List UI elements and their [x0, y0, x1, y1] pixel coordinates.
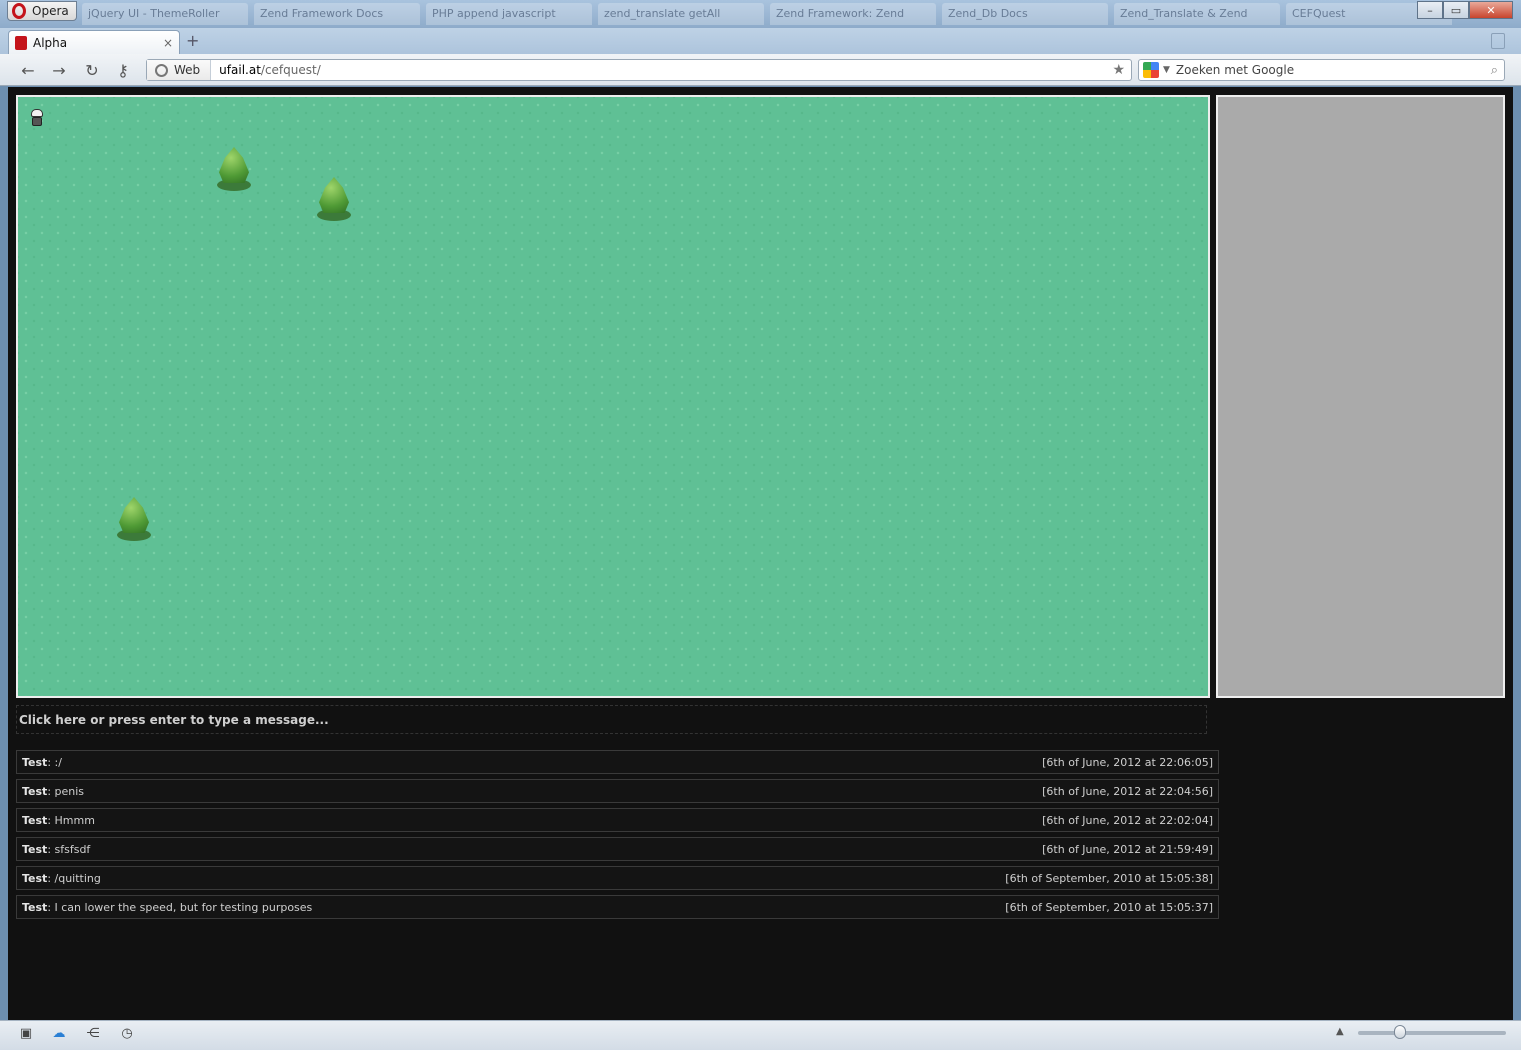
chat-user: Test — [22, 813, 48, 827]
address-field[interactable]: Web ufail.at/cefquest/ ★ — [146, 59, 1132, 81]
game-map[interactable] — [16, 95, 1210, 698]
chat-text: : /quitting — [47, 871, 101, 885]
search-icon[interactable]: ⌕ — [1491, 63, 1498, 78]
chat-message: Test: :/ [6th of June, 2012 at 22:06:05] — [16, 750, 1219, 774]
site-info-badge[interactable]: Web — [147, 60, 212, 80]
tree-sprite — [117, 497, 151, 543]
key-icon[interactable]: ⚷ — [113, 61, 133, 80]
zoom-slider-handle[interactable] — [1394, 1025, 1406, 1039]
zoom-menu-icon[interactable]: ▲ — [1336, 1026, 1344, 1037]
tab-strip: Alpha × + — [0, 28, 1521, 54]
chat-message: Test: Hmmm [6th of June, 2012 at 22:02:0… — [16, 808, 1219, 832]
chat-timestamp: [6th of June, 2012 at 21:59:49] — [1042, 842, 1213, 856]
search-field[interactable]: ▼ Zoeken met Google ⌕ — [1138, 59, 1505, 81]
navigation-toolbar: ← → ↻ ⚷ Web ufail.at/cefquest/ ★ ▼ Zoeke… — [0, 54, 1521, 86]
chat-text: : :/ — [47, 755, 62, 769]
chat-message: Test: I can lower the speed, but for tes… — [16, 895, 1219, 919]
reload-icon[interactable]: ↻ — [82, 61, 102, 80]
chat-log: Test: :/ [6th of June, 2012 at 22:06:05]… — [16, 750, 1219, 924]
zoom-slider[interactable] — [1358, 1031, 1506, 1035]
player-sprite — [30, 109, 44, 127]
page-content: Click here or press enter to type a mess… — [8, 87, 1513, 1020]
url-host: ufail.at — [219, 63, 261, 77]
url-path: /cefquest/ — [260, 63, 321, 77]
new-tab-button[interactable]: + — [186, 33, 202, 50]
search-placeholder: Zoeken met Google — [1175, 63, 1295, 77]
chat-user: Test — [22, 871, 48, 885]
chat-user: Test — [22, 842, 48, 856]
cloud-icon[interactable]: ☁ — [51, 1027, 67, 1041]
chat-timestamp: [6th of September, 2010 at 15:05:37] — [1005, 900, 1213, 914]
status-bar: ▣ ☁ ⋲ ◷ ▲ — [0, 1020, 1521, 1050]
window-titlebar: Opera jQuery UI - ThemeRoller Zend Frame… — [0, 0, 1521, 28]
chat-text: : sfsfsdf — [47, 842, 91, 856]
chat-timestamp: [6th of June, 2012 at 22:04:56] — [1042, 784, 1213, 798]
google-icon[interactable] — [1143, 62, 1159, 78]
minimize-button[interactable]: – — [1417, 1, 1443, 19]
tab-close-icon[interactable]: × — [163, 36, 173, 50]
url-text[interactable]: ufail.at/cefquest/ — [211, 63, 321, 77]
background-tab[interactable]: zend_translate getAll — [598, 3, 764, 25]
chat-text: : Hmmm — [47, 813, 95, 827]
close-window-button[interactable]: ✕ — [1469, 1, 1513, 19]
chat-user: Test — [22, 784, 48, 798]
background-tab[interactable]: Zend_Db Docs — [942, 3, 1108, 25]
opera-menu-button[interactable]: Opera — [7, 1, 77, 21]
message-input[interactable]: Click here or press enter to type a mess… — [16, 705, 1207, 734]
opera-menu-label: Opera — [32, 4, 69, 18]
bookmark-star-icon[interactable]: ★ — [1112, 62, 1125, 78]
globe-icon — [155, 63, 168, 77]
tab-title: Alpha — [33, 35, 68, 50]
background-tab[interactable]: Zend Framework Docs — [254, 3, 420, 25]
background-tab[interactable]: Zend_Translate & Zend — [1114, 3, 1280, 25]
chat-text: : penis — [47, 784, 85, 798]
chat-timestamp: [6th of September, 2010 at 15:05:38] — [1005, 871, 1213, 885]
panel-toggle-icon[interactable]: ▣ — [18, 1027, 34, 1041]
background-tab[interactable]: Zend Framework: Zend — [770, 3, 936, 25]
share-icon[interactable]: ⋲ — [85, 1027, 101, 1041]
chat-timestamp: [6th of June, 2012 at 22:06:05] — [1042, 755, 1213, 769]
background-tab[interactable]: PHP append javascript — [426, 3, 592, 25]
chat-user: Test — [22, 755, 48, 769]
window-controls: – ▭ ✕ — [1417, 1, 1513, 19]
tree-sprite — [317, 177, 351, 223]
chat-message: Test: sfsfsdf [6th of June, 2012 at 21:5… — [16, 837, 1219, 861]
side-panel — [1216, 95, 1505, 698]
chat-user: Test — [22, 900, 48, 914]
background-tab[interactable]: jQuery UI - ThemeRoller — [82, 3, 248, 25]
back-arrow-icon[interactable]: ← — [18, 61, 38, 80]
chat-text: : I can lower the speed, but for testing… — [47, 900, 313, 914]
maximize-button[interactable]: ▭ — [1443, 1, 1469, 19]
chat-message: Test: /quitting [6th of September, 2010 … — [16, 866, 1219, 890]
background-tabs: jQuery UI - ThemeRoller Zend Framework D… — [82, 3, 1452, 25]
chat-timestamp: [6th of June, 2012 at 22:02:04] — [1042, 813, 1213, 827]
chevron-down-icon[interactable]: ▼ — [1163, 65, 1170, 75]
trash-icon[interactable] — [1491, 33, 1505, 49]
site-info-label: Web — [174, 63, 201, 77]
turbo-icon[interactable]: ◷ — [119, 1027, 135, 1041]
forward-arrow-icon[interactable]: → — [49, 61, 69, 80]
favicon-icon — [15, 35, 27, 50]
chat-message: Test: penis [6th of June, 2012 at 22:04:… — [16, 779, 1219, 803]
tree-sprite — [217, 147, 251, 193]
tab-alpha[interactable]: Alpha × — [8, 30, 180, 54]
opera-logo-icon — [12, 3, 26, 19]
